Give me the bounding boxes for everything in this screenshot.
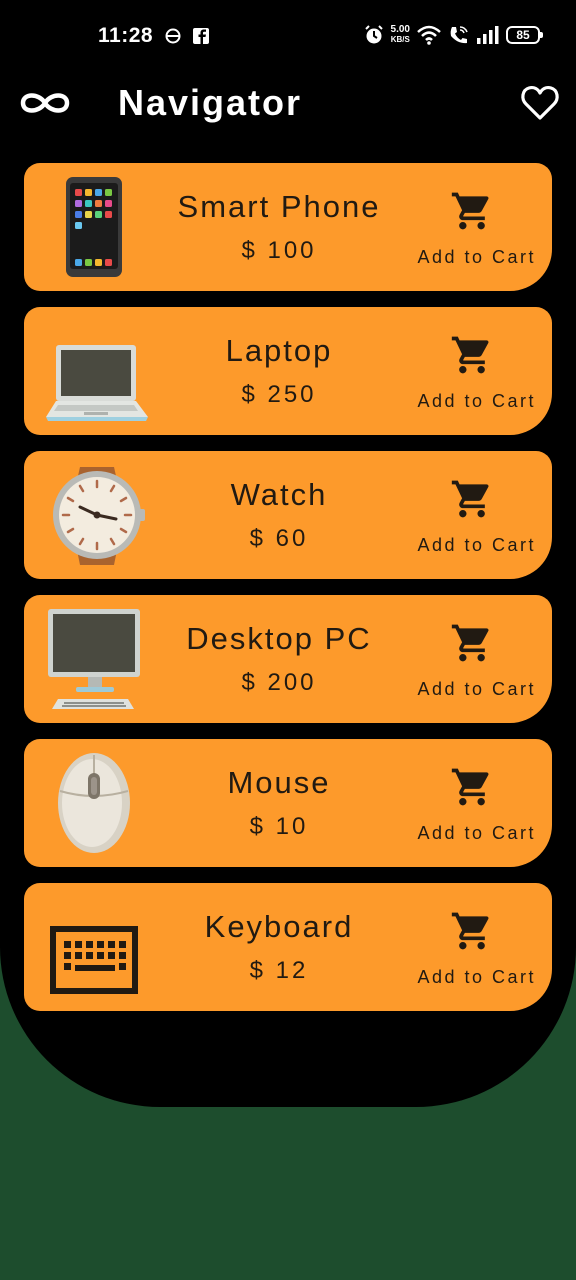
add-to-cart-button[interactable]: Add to Cart [412,247,536,268]
product-price: $ 250 [241,381,317,408]
desktop-pc-icon [48,609,140,709]
smartphone-icon [66,177,122,277]
product-price: $ 200 [241,669,317,696]
wifi-calling-icon [450,26,468,44]
cart-icon[interactable] [450,909,494,953]
add-to-cart-button[interactable]: Add to Cart [412,679,536,700]
network-speed: 5.00 KB/S [391,25,410,45]
product-card[interactable]: Desktop PC $ 200 Add to Cart [24,595,552,723]
product-card[interactable]: Mouse $ 10 Add to Cart [24,739,552,867]
network-speed-unit: KB/S [390,35,410,44]
product-name: Mouse [227,765,331,800]
sync-notification-icon [165,28,181,44]
product-name: Laptop [225,333,333,368]
product-name: Watch [230,477,328,512]
notification-icons [164,26,212,51]
watch-icon [53,467,145,565]
product-card[interactable]: Laptop $ 250 Add to Cart [24,307,552,435]
alarm-icon [364,25,383,44]
cart-icon[interactable] [450,477,494,521]
mouse-icon [58,753,130,853]
cart-icon[interactable] [450,333,494,377]
status-bar: 11:28 5.00 KB/S 85 [0,0,576,72]
heart-icon[interactable] [520,84,560,122]
add-to-cart-button[interactable]: Add to Cart [412,391,536,412]
product-name: Keyboard [204,909,354,944]
wifi-icon [417,25,441,45]
app-bar: Navigator [0,72,576,152]
product-name: Desktop PC [186,621,372,656]
product-name: Smart Phone [177,189,381,224]
infinity-icon[interactable] [18,88,72,118]
add-to-cart-button[interactable]: Add to Cart [412,535,536,556]
network-speed-value: 5.00 [390,24,410,35]
product-card[interactable]: Keyboard $ 12 Add to Cart [24,883,552,1011]
battery-indicator: 85 [506,26,543,44]
cart-icon[interactable] [450,189,494,233]
add-to-cart-button[interactable]: Add to Cart [412,823,536,844]
app-title: Navigator [118,82,303,123]
keyboard-icon [50,926,138,994]
product-price: $ 100 [241,237,317,264]
product-price: $ 60 [249,525,309,552]
add-to-cart-button[interactable]: Add to Cart [412,967,536,988]
cart-icon[interactable] [450,765,494,809]
product-price: $ 10 [249,813,309,840]
laptop-icon [46,345,148,421]
product-card[interactable]: Smart Phone $ 100 Add to Cart [24,163,552,291]
cart-icon[interactable] [450,621,494,665]
product-card[interactable]: Watch $ 60 Add to Cart [24,451,552,579]
status-right-icons: 5.00 KB/S 85 [363,24,543,46]
status-time: 11:28 [98,24,154,47]
product-price: $ 12 [249,957,309,984]
signal-icon [477,26,499,44]
facebook-icon [193,28,209,44]
